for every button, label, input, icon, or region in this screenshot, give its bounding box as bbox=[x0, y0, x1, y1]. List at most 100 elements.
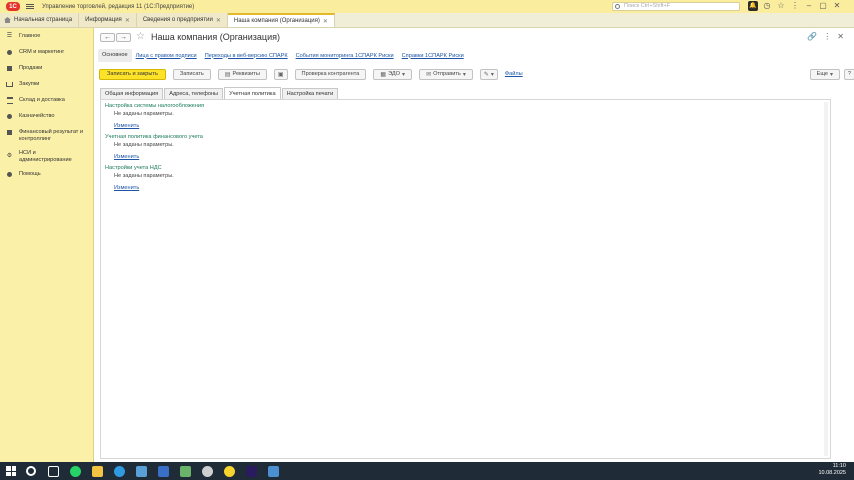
taskbar-chrome[interactable] bbox=[198, 462, 216, 480]
premiere-icon bbox=[245, 465, 257, 477]
chevron-down-icon: ▾ bbox=[490, 71, 494, 78]
document-icon: ▤ bbox=[224, 71, 231, 78]
whatsapp-icon bbox=[69, 465, 81, 477]
sidebar-item-treasury[interactable]: Казначейство bbox=[0, 113, 93, 120]
taskbar-1c[interactable] bbox=[220, 462, 238, 480]
subtab-spark-web[interactable]: Переходы в веб-версию СПАРК bbox=[201, 53, 292, 59]
subtab-spark-reports[interactable]: Справки 1СПАРК Риски bbox=[398, 53, 468, 59]
help-icon bbox=[6, 171, 13, 178]
taskbar-search[interactable] bbox=[22, 462, 40, 480]
change-link[interactable]: Изменить bbox=[114, 123, 139, 129]
start-button[interactable] bbox=[0, 462, 18, 480]
close-icon[interactable]: ✕ bbox=[832, 1, 842, 11]
subtab-signers[interactable]: Лица с правом подписи bbox=[132, 53, 201, 59]
taskbar-explorer[interactable] bbox=[88, 462, 106, 480]
treasury-icon bbox=[6, 113, 13, 120]
sidebar-item-purchases[interactable]: Закупки bbox=[0, 81, 93, 88]
more-label: Еще bbox=[816, 71, 828, 77]
maximize-icon[interactable]: ▢ bbox=[818, 1, 828, 11]
sidebar-item-label: CRM и маркетинг bbox=[19, 49, 65, 55]
panel-scrollbar[interactable] bbox=[824, 102, 828, 456]
requisites-button[interactable]: ▤ Реквизиты bbox=[217, 68, 267, 80]
menu-icon: ☰ bbox=[6, 33, 13, 39]
forward-button[interactable]: → bbox=[116, 33, 131, 42]
taskbar-premiere[interactable] bbox=[242, 462, 260, 480]
taskbar-app2[interactable] bbox=[154, 462, 172, 480]
tab-our-company[interactable]: Наша компания (Организация) ✕ bbox=[227, 13, 335, 27]
sidebar-item-main[interactable]: ☰ Главное bbox=[0, 33, 93, 40]
notification-icon[interactable]: 🔔 bbox=[748, 1, 758, 11]
taskbar-whatsapp[interactable] bbox=[66, 462, 84, 480]
chevron-down-icon: ▾ bbox=[402, 71, 406, 78]
send-icon: ✉ bbox=[426, 71, 432, 78]
tab-info[interactable]: Информация ✕ bbox=[79, 13, 137, 27]
gear-icon: ⚙ bbox=[6, 153, 13, 159]
home-icon bbox=[4, 17, 11, 23]
sidebar-item-sales[interactable]: Продажи bbox=[0, 65, 93, 72]
tab-company-info[interactable]: Сведения о предприятии ✕ bbox=[136, 13, 228, 27]
tab-close-icon[interactable]: ✕ bbox=[323, 18, 328, 25]
tax-system-section: Настройка системы налогообложения Не зад… bbox=[105, 103, 204, 129]
app-icon bbox=[267, 465, 279, 477]
tab-accounting-policy[interactable]: Учетная политика bbox=[224, 87, 281, 99]
sidebar-item-help[interactable]: Помощь bbox=[0, 171, 93, 178]
app-icon bbox=[135, 465, 147, 477]
tab-close-icon[interactable]: ✕ bbox=[125, 17, 130, 24]
sidebar-item-warehouse[interactable]: Склад и доставка bbox=[0, 97, 93, 104]
edo-button[interactable]: ▦ ЭДО ▾ bbox=[373, 68, 413, 80]
tab-general-info[interactable]: Общая информация bbox=[100, 88, 164, 99]
favorites-icon[interactable]: ☆ bbox=[776, 1, 786, 11]
print-icon: ▣ bbox=[277, 71, 284, 78]
history-icon[interactable]: ◷ bbox=[762, 1, 772, 11]
tab-label: Информация bbox=[85, 17, 122, 23]
taskbar-task-view[interactable] bbox=[44, 462, 62, 480]
minimize-icon[interactable]: – bbox=[804, 1, 814, 11]
main-menu-icon[interactable] bbox=[26, 4, 34, 9]
subtab-spark-events[interactable]: События мониторинга 1СПАРК Риски bbox=[292, 53, 398, 59]
send-button[interactable]: ✉ Отправить ▾ bbox=[419, 68, 473, 80]
global-search-input[interactable]: Поиск Ctrl+Shift+F bbox=[612, 2, 740, 11]
chevron-down-icon: ▾ bbox=[829, 71, 833, 78]
form-menu-icon[interactable]: ⋮ bbox=[823, 32, 831, 41]
warehouse-icon bbox=[6, 97, 13, 104]
sidebar-item-finance[interactable]: Финансовый результат и контроллинг bbox=[0, 129, 93, 143]
change-link[interactable]: Изменить bbox=[114, 154, 139, 160]
section-title: Настройка системы налогообложения bbox=[105, 103, 205, 109]
taskbar-edge[interactable] bbox=[110, 462, 128, 480]
taskbar: 11:10 10.08.2025 bbox=[0, 462, 854, 480]
menu-dots-icon[interactable]: ⋮ bbox=[790, 1, 800, 11]
form-sections-nav: Основное Лица с правом подписи Переходы … bbox=[98, 49, 468, 62]
sidebar-item-admin[interactable]: ⚙ НСИ и администрирование bbox=[0, 150, 93, 164]
change-link[interactable]: Изменить bbox=[114, 185, 139, 191]
favorite-star-icon[interactable]: ☆ bbox=[136, 31, 145, 42]
tab-print-settings[interactable]: Настройка печати bbox=[281, 88, 339, 99]
vat-settings-section: Настройки учета НДС Не заданы параметры.… bbox=[105, 165, 174, 191]
system-clock[interactable]: 11:10 10.08.2025 bbox=[818, 463, 846, 477]
sidebar-item-label: Главное bbox=[19, 33, 41, 39]
subtab-main[interactable]: Основное bbox=[98, 49, 132, 62]
tab-home[interactable]: Начальная страница bbox=[0, 13, 80, 27]
link-icon[interactable]: 🔗 bbox=[807, 32, 817, 41]
tab-label: Наша компания (Организация) bbox=[233, 18, 320, 24]
taskbar-app4[interactable] bbox=[264, 462, 282, 480]
taskbar-app3[interactable] bbox=[176, 462, 194, 480]
page-title: Наша компания (Организация) bbox=[151, 32, 280, 42]
save-close-button[interactable]: Записать и закрыть bbox=[99, 68, 166, 80]
files-link[interactable]: Файлы bbox=[505, 71, 523, 77]
tab-addresses[interactable]: Адреса, телефоны bbox=[164, 88, 224, 99]
tab-close-icon[interactable]: ✕ bbox=[216, 17, 221, 24]
check-counterparty-button[interactable]: Проверка контрагента bbox=[294, 68, 367, 80]
accounting-policy-panel: Настройка системы налогообложения Не зад… bbox=[100, 99, 831, 459]
sidebar-item-crm[interactable]: CRM и маркетинг bbox=[0, 49, 93, 56]
1c-icon bbox=[223, 465, 235, 477]
save-button[interactable]: Записать bbox=[172, 68, 211, 80]
more-button[interactable]: Еще ▾ bbox=[809, 68, 840, 80]
attach-button[interactable]: ✎ ▾ bbox=[479, 68, 498, 80]
tab-label: Сведения о предприятии bbox=[142, 17, 213, 23]
help-button[interactable]: ? bbox=[843, 68, 854, 80]
back-button[interactable]: ← bbox=[100, 33, 115, 42]
taskbar-app1[interactable] bbox=[132, 462, 150, 480]
requisites-label: Реквизиты bbox=[232, 71, 260, 77]
form-close-icon[interactable]: ✕ bbox=[837, 32, 844, 41]
print-button[interactable]: ▣ bbox=[273, 68, 288, 80]
